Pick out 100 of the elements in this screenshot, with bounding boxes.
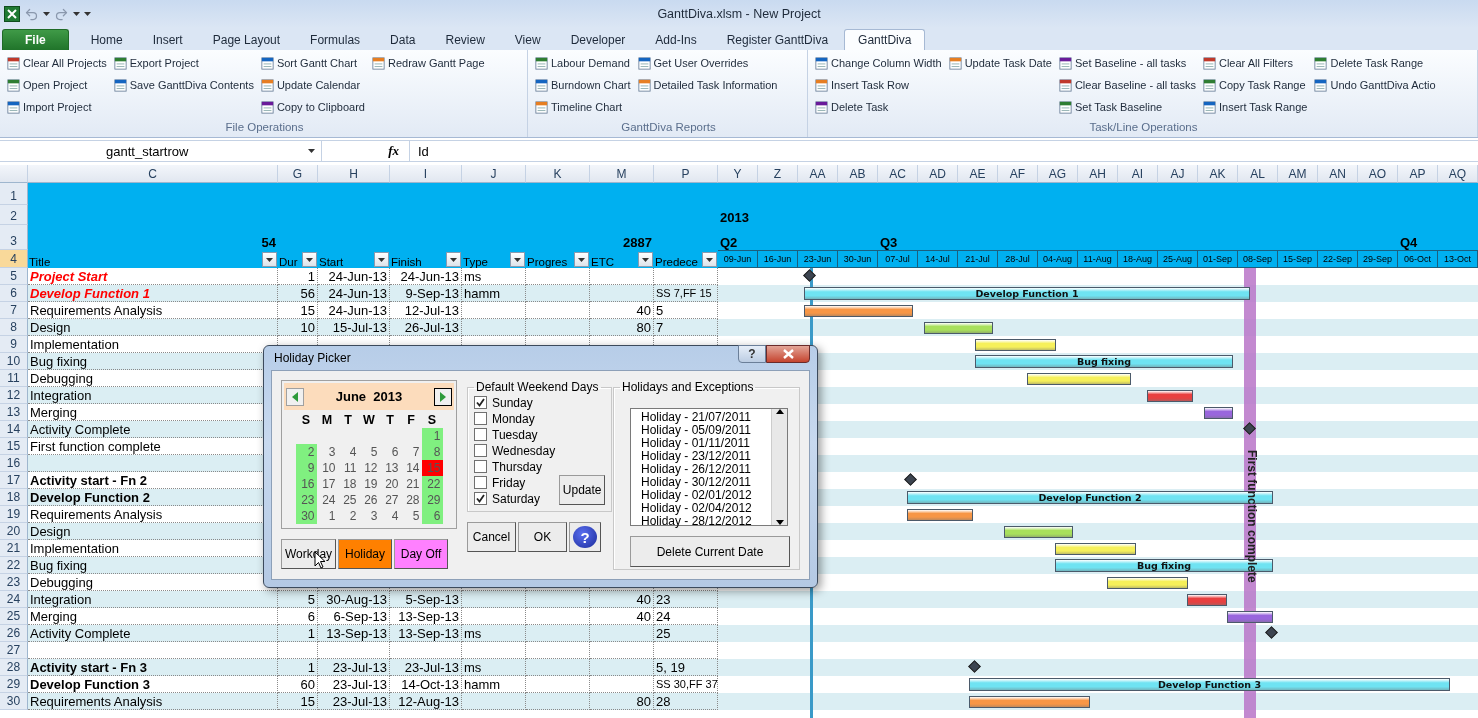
row-header[interactable]: 27	[0, 642, 28, 659]
checkbox-label[interactable]: Wednesday	[492, 443, 556, 458]
list-item[interactable]: Holiday - 02/01/2012	[641, 489, 771, 502]
calendar-day[interactable]: 20	[379, 476, 401, 492]
calendar-day[interactable]: 14	[400, 460, 422, 476]
day-type-button[interactable]: Workday	[281, 539, 336, 569]
column-header[interactable]: M	[590, 165, 654, 183]
calendar-day[interactable]: 10	[316, 460, 338, 476]
ribbon-button[interactable]: Sort Gantt Chart	[259, 53, 366, 73]
ribbon-button[interactable]: Open Project	[6, 75, 108, 95]
calendar-day[interactable]: 16	[295, 476, 317, 492]
row-header[interactable]: 7	[0, 302, 28, 319]
column-header[interactable]: AB	[838, 165, 878, 183]
column-header[interactable]: AJ	[1158, 165, 1198, 183]
ribbon-button[interactable]: Copy to Clipboard	[259, 97, 366, 117]
row-header[interactable]: 23	[0, 574, 28, 591]
ribbon-button[interactable]: Get User Overrides	[636, 53, 779, 73]
calendar-day[interactable]: 12	[358, 460, 380, 476]
row-header[interactable]: 21	[0, 540, 28, 557]
delete-date-button[interactable]: Delete Current Date	[630, 536, 790, 567]
ribbon-button[interactable]: Clear All Filters	[1202, 53, 1309, 73]
calendar-day[interactable]: 4	[379, 508, 401, 524]
calendar-day[interactable]: 3	[358, 508, 380, 524]
calendar-day[interactable]: 17	[316, 476, 338, 492]
filter-button[interactable]	[446, 252, 461, 267]
filter-button[interactable]	[302, 252, 317, 267]
day-type-button[interactable]: Day Off	[394, 539, 448, 569]
calendar-day[interactable]: 5	[400, 508, 422, 524]
ribbon-button[interactable]: Save GanttDiva Contents	[112, 75, 255, 95]
function-label[interactable]: fx	[388, 143, 399, 159]
ribbon-tab[interactable]: GanttDiva	[844, 29, 926, 50]
ribbon-tab[interactable]: View	[500, 29, 555, 50]
scrollbar[interactable]	[771, 409, 787, 525]
column-header[interactable]: AL	[1238, 165, 1278, 183]
checkbox-label[interactable]: Saturday	[492, 491, 541, 506]
holiday-list[interactable]: Holiday - 21/07/2011 Holiday - 05/09/2011 Holiday - 01/11/2011 Holiday - 23/12/2011 Holiday - 26/12/2011 Holiday - 30/12/2011 Holiday - 02/01/2012 Holiday - 02/04/2012 Holiday - 28/12/2012	[630, 408, 788, 526]
row-header[interactable]: 15	[0, 438, 28, 455]
ribbon-button[interactable]: Delete Task	[814, 97, 943, 117]
update-button[interactable]: Update	[559, 475, 606, 505]
row-header[interactable]: 26	[0, 625, 28, 642]
calendar-day[interactable]: 3	[316, 444, 338, 460]
list-item[interactable]: Holiday - 28/12/2012	[641, 515, 771, 528]
row-header[interactable]: 3	[0, 225, 28, 250]
calendar-day[interactable]: 1	[316, 508, 338, 524]
ribbon-button[interactable]: Timeline Chart	[534, 97, 632, 117]
filter-button[interactable]	[374, 252, 389, 267]
calendar-day[interactable]: 2	[337, 508, 359, 524]
column-header[interactable]: AO	[1358, 165, 1398, 183]
row-header[interactable]: 8	[0, 319, 28, 336]
ribbon-button[interactable]: Set Baseline - all tasks	[1057, 53, 1197, 73]
list-item[interactable]: Holiday - 30/12/2011	[641, 476, 771, 489]
row-header[interactable]: 9	[0, 336, 28, 353]
list-item[interactable]: Holiday - 23/12/2011	[641, 450, 771, 463]
filter-button[interactable]	[638, 252, 653, 267]
calendar-day[interactable]: 4	[337, 444, 359, 460]
checkbox-label[interactable]: Tuesday	[492, 427, 538, 442]
ribbon-tab[interactable]: Page Layout	[198, 29, 295, 50]
name-box[interactable]: gantt_startrow	[0, 141, 322, 161]
calendar-day[interactable]: 25	[337, 492, 359, 508]
ribbon-button[interactable]: Delete Task Range	[1313, 53, 1437, 73]
calendar-day[interactable]: 6	[379, 444, 401, 460]
column-header[interactable]: Z	[758, 165, 798, 183]
calendar-day[interactable]: 22	[421, 476, 443, 492]
previous-month-button[interactable]	[286, 387, 304, 406]
row-header[interactable]: 20	[0, 523, 28, 540]
ribbon-button[interactable]: Undo GanttDiva Actio	[1313, 75, 1437, 95]
column-header[interactable]: AD	[918, 165, 958, 183]
row-header[interactable]: 18	[0, 489, 28, 506]
ribbon-tab[interactable]: Insert	[138, 29, 197, 50]
row-header[interactable]: 11	[0, 370, 28, 387]
ribbon-button[interactable]: Change Column Width	[814, 53, 943, 73]
help-button[interactable]: ?	[569, 522, 601, 552]
column-header[interactable]: J	[462, 165, 526, 183]
row-header[interactable]: 4	[0, 250, 28, 268]
ribbon-button[interactable]: Redraw Gantt Page	[370, 53, 486, 73]
checkbox[interactable]	[474, 396, 487, 409]
ribbon-button[interactable]: Insert Task Row	[814, 75, 943, 95]
ribbon-button[interactable]: Set Task Baseline	[1057, 97, 1197, 117]
filter-button[interactable]	[510, 252, 525, 267]
column-header[interactable]: AG	[1038, 165, 1078, 183]
calendar-day[interactable]: 1	[421, 428, 443, 444]
column-header[interactable]: I	[390, 165, 462, 183]
checkbox-label[interactable]: Sunday	[492, 395, 533, 410]
filter-button[interactable]	[702, 252, 717, 267]
day-type-button[interactable]: Holiday	[338, 539, 392, 569]
ribbon-button[interactable]: Labour Demand	[534, 53, 632, 73]
ribbon-button[interactable]: Export Project	[112, 53, 255, 73]
column-header[interactable]: H	[318, 165, 390, 183]
row-header[interactable]: 25	[0, 608, 28, 625]
next-month-button[interactable]	[434, 387, 452, 406]
column-header[interactable]: AI	[1118, 165, 1158, 183]
calendar-day[interactable]: 8	[421, 444, 443, 460]
row-header[interactable]: 13	[0, 404, 28, 421]
calendar-day[interactable]: 19	[358, 476, 380, 492]
column-header[interactable]: C	[28, 165, 278, 183]
calendar-day[interactable]: 6	[421, 508, 443, 524]
ok-button[interactable]: OK	[518, 522, 567, 552]
calendar-day[interactable]: 11	[337, 460, 359, 476]
list-item[interactable]: Holiday - 05/09/2011	[641, 424, 771, 437]
calendar-day[interactable]: 26	[358, 492, 380, 508]
